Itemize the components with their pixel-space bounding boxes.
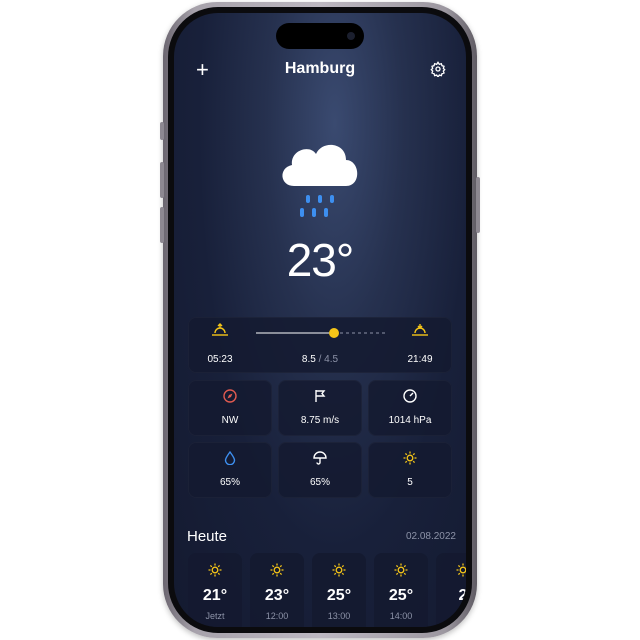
uv-current: 8.5 — [301, 354, 316, 365]
droplet-icon — [188, 450, 272, 470]
gear-icon — [430, 61, 446, 79]
sunrise-icon — [204, 323, 236, 342]
uv-tile: 5 — [368, 442, 452, 498]
action-button — [160, 122, 164, 140]
compass-icon — [188, 389, 272, 408]
cloud-rain-icon — [274, 128, 366, 223]
today-date: 02.08.2022 — [405, 531, 456, 542]
hourly-time: Jetzt — [205, 611, 225, 621]
hourly-time: 14:00 — [389, 611, 413, 621]
wind-speed-tile: 8.75 m/s — [278, 380, 362, 436]
sunset-icon — [404, 323, 436, 342]
pressure-tile: 1014 hPa — [368, 380, 452, 436]
hourly-card[interactable]: 2 — [436, 553, 466, 627]
volume-up-button — [160, 162, 164, 198]
sun-icon — [312, 563, 366, 582]
hourly-temp: 25° — [326, 587, 352, 604]
sun-icon — [368, 451, 452, 470]
hourly-time: 13:00 — [327, 611, 351, 621]
wind-direction-tile: NW — [188, 380, 272, 436]
hourly-card[interactable]: 21° Jetzt — [188, 553, 242, 627]
hourly-temp: 2 — [458, 587, 466, 604]
settings-button[interactable] — [430, 61, 446, 82]
power-button — [476, 177, 480, 233]
hourly-card[interactable]: 25° 14:00 — [374, 553, 428, 627]
humidity-value: 65% — [219, 477, 240, 488]
sun-icon — [374, 563, 428, 582]
top-bar: + Hamburg — [174, 57, 466, 87]
current-temperature: 23° — [286, 234, 355, 286]
sunset-time: 21:49 — [407, 354, 433, 365]
umbrella-icon — [278, 451, 362, 470]
screen: + Hamburg 23° 05:23 8.5 / 4.5 21:49 NW 8… — [174, 13, 466, 627]
wind-direction-value: NW — [221, 415, 239, 426]
rain-chance-value: 65% — [309, 477, 330, 488]
sun-icon — [436, 563, 466, 582]
sun-card: 05:23 8.5 / 4.5 21:49 — [188, 317, 452, 373]
uv-value: 5 — [407, 477, 413, 488]
hourly-temp: 25° — [388, 587, 414, 604]
sun-icon — [188, 563, 242, 582]
volume-down-button — [160, 207, 164, 243]
sun-progress-track — [256, 328, 386, 338]
hourly-time: 12:00 — [265, 611, 289, 621]
city-title: Hamburg — [284, 60, 356, 77]
uv-max: 4.5 — [324, 354, 339, 365]
gauge-icon — [368, 389, 452, 408]
wind-speed-value: 8.75 m/s — [300, 415, 340, 426]
rain-chance-tile: 65% — [278, 442, 362, 498]
today-heading: Heute — [187, 528, 228, 545]
sun-position-marker — [329, 328, 339, 338]
phone-frame: + Hamburg 23° 05:23 8.5 / 4.5 21:49 NW 8… — [160, 2, 480, 638]
uv-separator: / — [315, 354, 325, 365]
hourly-card[interactable]: 25° 13:00 — [312, 553, 366, 627]
camera-icon — [347, 32, 355, 40]
hourly-card[interactable]: 23° 12:00 — [250, 553, 304, 627]
dynamic-island — [276, 23, 364, 49]
sun-icon — [250, 563, 304, 582]
pressure-value: 1014 hPa — [388, 415, 432, 426]
humidity-tile: 65% — [188, 442, 272, 498]
hourly-temp: 21° — [202, 587, 228, 604]
hourly-temp: 23° — [264, 587, 290, 604]
flag-icon — [278, 389, 362, 408]
